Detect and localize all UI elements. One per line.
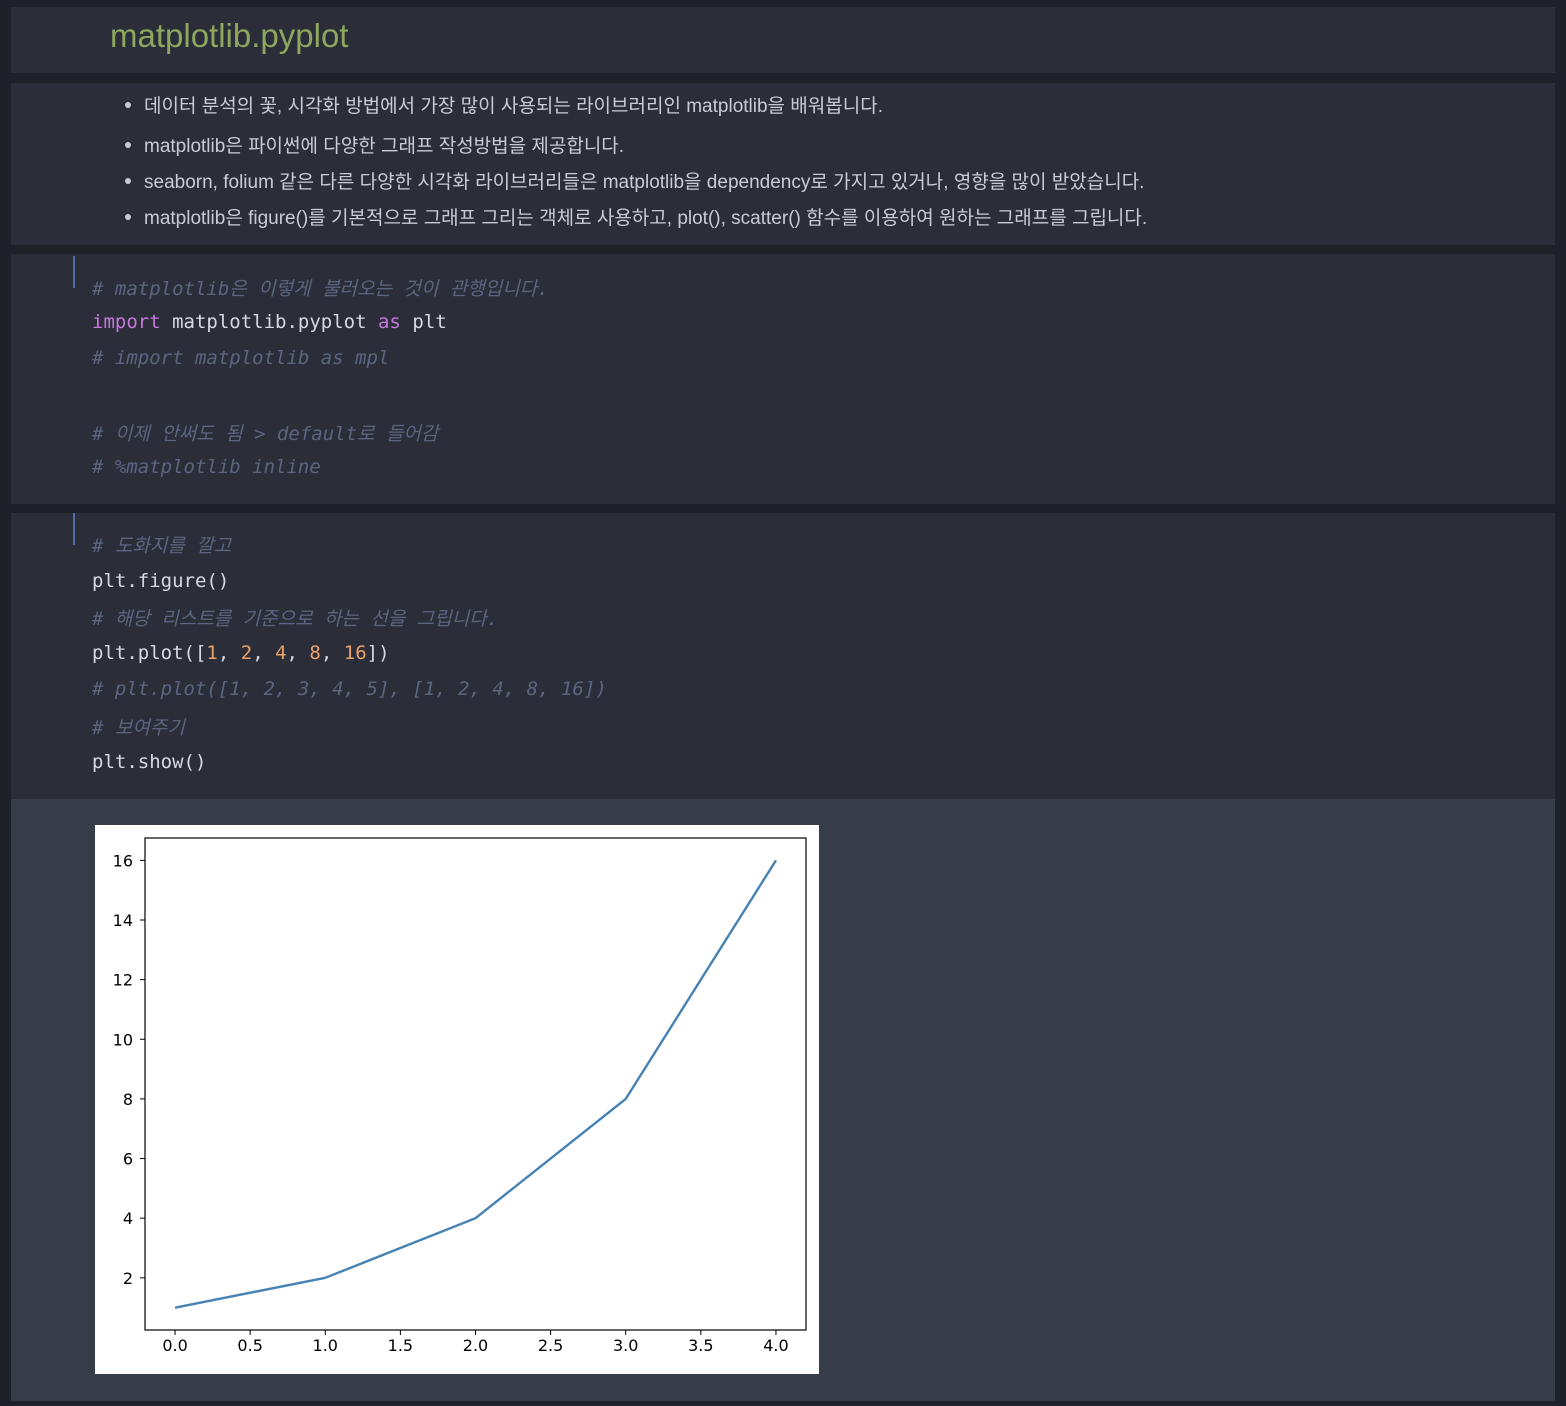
code-line: import matplotlib.pyplot as plt <box>92 311 447 333</box>
x-tick-label: 0.0 <box>162 1336 187 1355</box>
x-tick-label: 2.0 <box>463 1336 488 1355</box>
plot-frame <box>144 837 807 1331</box>
bullet-icon <box>125 177 131 184</box>
x-tick-label: 2.5 <box>538 1336 563 1355</box>
y-tick-label: 8 <box>123 1090 133 1109</box>
code-comment: # 보여주기 <box>92 717 185 739</box>
cell-focus-indicator <box>73 513 75 545</box>
bullet-icon <box>125 101 131 108</box>
x-tick-label: 1.0 <box>313 1336 338 1355</box>
y-tick-label: 14 <box>113 911 133 930</box>
list-item: matplotlib은 figure()를 기본적으로 그래프 그리는 객체로 … <box>125 203 1147 230</box>
code-line: plt.show() <box>92 751 207 773</box>
list-item: 데이터 분석의 꽃, 시각화 방법에서 가장 많이 사용되는 라이브러리인 ma… <box>125 91 883 118</box>
page-title: matplotlib.pyplot <box>110 17 349 54</box>
x-tick-label: 3.0 <box>613 1336 638 1355</box>
bullet-icon <box>125 213 131 220</box>
code-comment: # 해당 리스트를 기준으로 하는 선을 그립니다. <box>92 608 499 630</box>
plot-image: 0.0 0.5 1.0 1.5 2.0 2.5 3.0 3.5 4.0 2 4 6 8 10 12 14 16 <box>95 825 819 1374</box>
code-line: plt.plot([1, 2, 4, 8, 16]) <box>92 642 390 664</box>
code-comment: # 도화지를 깔고 <box>92 535 232 557</box>
x-tick-label: 4.0 <box>763 1336 788 1355</box>
output-area: 0.0 0.5 1.0 1.5 2.0 2.5 3.0 3.5 4.0 2 4 6 8 10 12 14 16 <box>11 799 1555 1401</box>
code-comment: # %matplotlib inline <box>92 456 321 478</box>
bullet-icon <box>125 141 131 148</box>
x-tick-label: 1.5 <box>388 1336 413 1355</box>
code-comment: # 이제 안써도 됨 > default로 들어감 <box>92 423 439 445</box>
list-item: matplotlib은 파이썬에 다양한 그래프 작성방법을 제공합니다. <box>125 131 624 158</box>
code-comment: # matplotlib은 이렇게 불러오는 것이 관행입니다. <box>92 278 549 300</box>
markdown-cell-intro[interactable]: 데이터 분석의 꽃, 시각화 방법에서 가장 많이 사용되는 라이브러리인 ma… <box>11 83 1555 245</box>
x-tick-label: 0.5 <box>237 1336 262 1355</box>
line-chart: 0.0 0.5 1.0 1.5 2.0 2.5 3.0 3.5 4.0 2 4 6 8 10 12 14 16 <box>113 837 807 1355</box>
cell-focus-indicator <box>73 256 75 288</box>
y-tick-label: 6 <box>123 1150 133 1169</box>
code-cell-plot[interactable]: # 도화지를 깔고 plt.figure() # 해당 리스트를 기준으로 하는… <box>11 513 1555 799</box>
y-tick-label: 10 <box>113 1030 133 1049</box>
code-comment: # plt.plot([1, 2, 3, 4, 5], [1, 2, 4, 8,… <box>92 678 607 700</box>
y-tick-label: 4 <box>123 1209 133 1228</box>
code-line: plt.figure() <box>92 570 230 592</box>
list-item: seaborn, folium 같은 다른 다양한 시각화 라이브러리들은 ma… <box>125 167 1144 194</box>
code-cell-import[interactable]: # matplotlib은 이렇게 불러오는 것이 관행입니다. import … <box>11 254 1555 504</box>
y-tick-label: 2 <box>123 1269 133 1288</box>
y-tick-label: 12 <box>113 971 133 990</box>
x-tick-label: 3.5 <box>688 1336 713 1355</box>
markdown-cell-title[interactable]: matplotlib.pyplot <box>11 7 1555 73</box>
y-tick-label: 16 <box>113 851 133 870</box>
code-comment: # import matplotlib as mpl <box>92 347 390 369</box>
